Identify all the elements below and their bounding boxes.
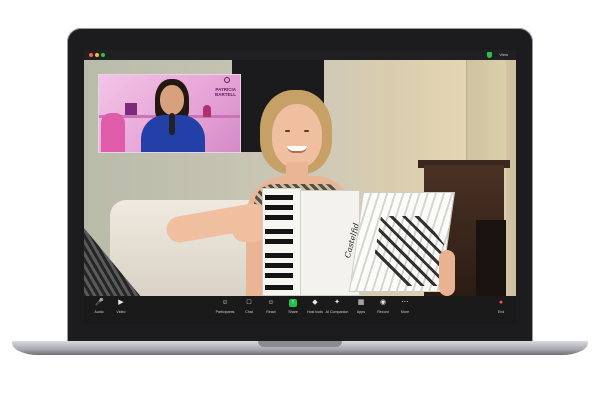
more-icon: ⋯ (401, 299, 409, 306)
participants-button[interactable]: ☺ Participants (212, 299, 238, 321)
end-call-icon: ● (498, 299, 504, 306)
minimize-window-button[interactable] (95, 53, 99, 57)
video-button[interactable]: ▶ Video (108, 299, 134, 321)
view-button-label[interactable]: View (499, 52, 508, 57)
accordion-key (265, 205, 293, 210)
performer-hand (232, 218, 266, 242)
thumbnail-flowers (101, 113, 125, 152)
accordion-key (265, 273, 293, 278)
shield-icon: ◆ (312, 299, 318, 306)
performer-eye (285, 130, 290, 132)
end-button[interactable]: ● End (488, 299, 514, 321)
end-label: End (497, 310, 505, 314)
apps-icon: ▦ (357, 299, 365, 306)
laptop-notch (258, 341, 342, 347)
accordion-key (265, 229, 293, 234)
performer-arm (439, 250, 455, 296)
smiley-icon: ☺ (267, 299, 275, 306)
ai-companion-label: AI Companion (325, 310, 349, 314)
host-brand-text: PATRICIA BARTELL (206, 79, 236, 97)
main-video-feed: Castelfid PATRICIA BARTELL (84, 60, 516, 296)
window-titlebar: View (84, 50, 516, 60)
record-icon: ◉ (379, 299, 387, 306)
performer-face (272, 104, 322, 168)
participants-label: Participants (215, 310, 235, 314)
video-camera-icon: ▶ (118, 299, 124, 306)
sparkle-icon: ✦ (334, 299, 340, 306)
zoom-window: View Castelfid PATRICIA BARTELL 🎤 Audio … (84, 50, 516, 324)
host-brand-line: BARTELL (215, 92, 236, 97)
fireplace (476, 220, 506, 296)
security-shield-icon[interactable] (487, 52, 492, 58)
chat-icon: □ (246, 299, 252, 306)
accordion-key (265, 285, 293, 290)
microphone-icon: 🎤 (95, 299, 104, 306)
host-face (160, 85, 184, 115)
meeting-control-bar: 🎤 Audio ▶ Video ☺ Participants □ Chat ☺ … (84, 296, 516, 324)
accordion-key (265, 195, 293, 200)
thumbnail-decoration (203, 105, 211, 117)
microphone-icon (169, 113, 175, 135)
accordion-key (265, 253, 293, 258)
participants-icon: ☺ (221, 299, 229, 306)
accordion-key (265, 215, 293, 220)
maximize-window-button[interactable] (101, 53, 105, 57)
accordion-keyboard (262, 188, 302, 296)
more-button[interactable]: ⋯ More (392, 299, 418, 321)
close-window-button[interactable] (89, 53, 93, 57)
self-view-thumbnail[interactable]: PATRICIA BARTELL (98, 74, 241, 153)
performer-eye (304, 130, 309, 132)
thumbnail-decoration (125, 103, 137, 115)
share-screen-icon: ↑ (289, 299, 297, 307)
accordion-key (265, 239, 293, 244)
accordion-key (265, 263, 293, 268)
more-label: More (400, 310, 410, 314)
ai-companion-button[interactable]: ✦ AI Companion (324, 299, 350, 321)
video-label: Video (116, 310, 126, 314)
